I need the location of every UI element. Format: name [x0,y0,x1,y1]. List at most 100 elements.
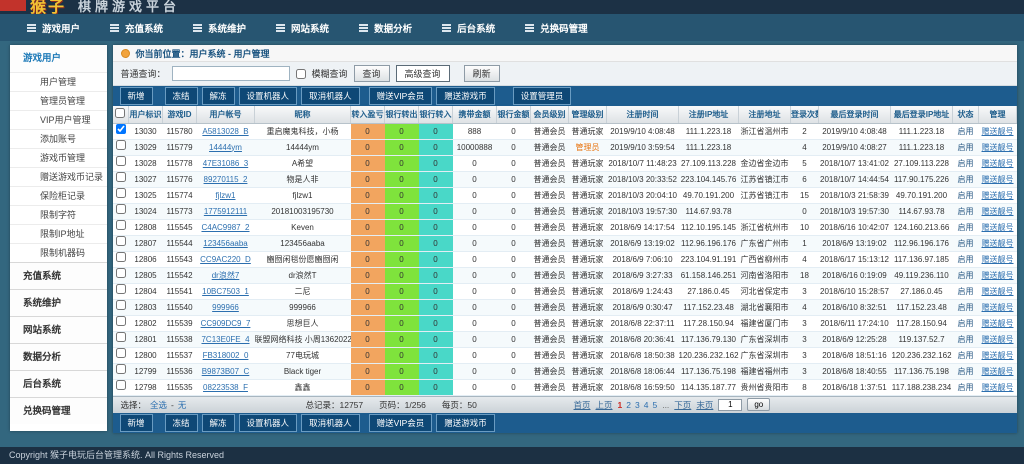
select-all-checkbox[interactable] [115,108,125,118]
row-checkbox[interactable] [116,236,126,246]
row-checkbox[interactable] [116,172,126,182]
toolbar-button-toolbar-top-3[interactable]: 设置机器人 [239,87,298,105]
toolbar-button-toolbar-bottom-2[interactable]: 解冻 [202,414,235,432]
row-checkbox[interactable] [116,220,126,230]
account-link[interactable]: 999966 [212,303,239,312]
row-checkbox[interactable] [116,284,126,294]
sidebar-item-2[interactable]: VIP用户管理 [10,110,107,129]
account-link[interactable]: FB318002_0 [203,351,249,360]
nav-item-4[interactable]: 数据分析 [344,14,427,41]
manage-link[interactable]: 赠送靓号 [982,367,1014,376]
manage-link[interactable]: 赠送靓号 [982,175,1014,184]
sidebar-item-9[interactable]: 限制机器码 [10,243,107,262]
manage-link[interactable]: 赠送靓号 [982,239,1014,248]
current-page[interactable]: 1 [618,400,623,410]
account-link[interactable]: C4AC9987_2 [201,223,249,232]
account-link[interactable]: 89270115_2 [204,175,248,184]
advanced-query-button[interactable]: 高级查询 [396,65,450,82]
manage-link[interactable]: 赠送靓号 [982,143,1014,152]
sidebar-section-1[interactable]: 系统维护 [10,289,107,316]
nav-item-1[interactable]: 充值系统 [95,14,178,41]
toolbar-button-toolbar-bottom-6[interactable]: 赠送游戏币 [436,414,495,432]
toolbar-button-toolbar-top-4[interactable]: 取消机器人 [301,87,360,105]
sidebar-item-6[interactable]: 保险柜记录 [10,186,107,205]
row-checkbox[interactable] [116,124,126,134]
row-checkbox[interactable] [116,252,126,262]
select-all-link[interactable]: 全选 [150,399,167,411]
row-checkbox[interactable] [116,204,126,214]
row-checkbox[interactable] [116,332,126,342]
nav-item-5[interactable]: 后台系统 [427,14,510,41]
manage-link[interactable]: 赠送靓号 [982,127,1014,136]
toolbar-button-toolbar-top-5[interactable]: 赠送VIP会员 [369,87,433,105]
sidebar-section-4[interactable]: 后台系统 [10,370,107,397]
sidebar-item-7[interactable]: 限制字符 [10,205,107,224]
account-link[interactable]: 1775912111 [204,207,247,216]
account-link[interactable]: A5813028_B [202,127,248,136]
row-checkbox[interactable] [116,316,126,326]
manage-link[interactable]: 赠送靓号 [982,303,1014,312]
manage-link[interactable]: 赠送靓号 [982,207,1014,216]
account-link[interactable]: 123456aaba [203,239,248,248]
first-page-link[interactable]: 首页 [574,399,591,411]
sidebar-section-games[interactable]: 游戏用户 [10,45,107,72]
toolbar-button-toolbar-bottom-0[interactable]: 新增 [120,414,153,432]
account-link[interactable]: 47E31086_3 [203,159,248,168]
page-link-4[interactable]: 4 [644,400,649,410]
row-checkbox[interactable] [116,300,126,310]
next-page-link[interactable]: 下页 [674,399,691,411]
manage-link[interactable]: 赠送靓号 [982,191,1014,200]
manage-link[interactable]: 赠送靓号 [982,351,1014,360]
sidebar-section-0[interactable]: 充值系统 [10,262,107,289]
manage-link[interactable]: 赠送靓号 [982,271,1014,280]
page-link-5[interactable]: 5 [652,400,657,410]
toolbar-button-toolbar-bottom-5[interactable]: 赠送VIP会员 [369,414,433,432]
row-checkbox[interactable] [116,268,126,278]
sidebar-item-1[interactable]: 管理员管理 [10,91,107,110]
account-link[interactable]: 08223538_F [203,383,248,392]
sidebar-section-3[interactable]: 数据分析 [10,343,107,370]
toolbar-button-toolbar-top-2[interactable]: 解冻 [202,87,235,105]
page-link-2[interactable]: 2 [626,400,631,410]
sidebar-item-5[interactable]: 赠送游戏币记录 [10,167,107,186]
manage-link[interactable]: 赠送靓号 [982,335,1014,344]
row-checkbox[interactable] [116,380,126,390]
sidebar-section-5[interactable]: 兑换码管理 [10,397,107,424]
sidebar-section-2[interactable]: 网站系统 [10,316,107,343]
toolbar-button-toolbar-top-0[interactable]: 新增 [120,87,153,105]
sidebar-item-4[interactable]: 游戏币管理 [10,148,107,167]
account-link[interactable]: 7C13E0FE_4 [201,335,249,344]
row-checkbox[interactable] [116,364,126,374]
sidebar-item-0[interactable]: 用户管理 [10,72,107,91]
manage-link[interactable]: 赠送靓号 [982,223,1014,232]
toolbar-button-toolbar-top-7[interactable]: 设置管理员 [513,87,572,105]
manage-link[interactable]: 赠送靓号 [982,383,1014,392]
toolbar-button-toolbar-top-6[interactable]: 赠送游戏币 [436,87,495,105]
refresh-button[interactable]: 刷新 [464,65,500,82]
select-none-link[interactable]: 无 [178,399,187,411]
prev-page-link[interactable]: 上页 [596,399,613,411]
manage-link[interactable]: 赠送靓号 [982,319,1014,328]
fuzzy-search-checkbox[interactable] [296,69,306,79]
nav-item-0[interactable]: 游戏用户 [12,14,95,41]
account-link[interactable]: 10BC7503_1 [202,287,249,296]
manage-link[interactable]: 赠送靓号 [982,255,1014,264]
account-link[interactable]: CC9AC220_D [200,255,251,264]
account-link[interactable]: dr浪然7 [212,271,240,280]
nav-item-3[interactable]: 网站系统 [261,14,344,41]
row-checkbox[interactable] [116,348,126,358]
page-go-button[interactable]: go [747,398,770,411]
account-link[interactable]: CC909DC9_7 [201,319,251,328]
toolbar-button-toolbar-top-1[interactable]: 冻结 [165,87,198,105]
query-button[interactable]: 查询 [354,65,390,82]
row-checkbox[interactable] [116,156,126,166]
last-page-link[interactable]: 末页 [696,399,713,411]
sidebar-item-3[interactable]: 添加账号 [10,129,107,148]
toolbar-button-toolbar-bottom-4[interactable]: 取消机器人 [301,414,360,432]
account-link[interactable]: 14444ym [209,143,242,152]
sidebar-item-8[interactable]: 限制IP地址 [10,224,107,243]
toolbar-button-toolbar-bottom-3[interactable]: 设置机器人 [239,414,298,432]
nav-item-2[interactable]: 系统维护 [178,14,261,41]
manage-link[interactable]: 赠送靓号 [982,287,1014,296]
search-input[interactable] [172,66,290,81]
